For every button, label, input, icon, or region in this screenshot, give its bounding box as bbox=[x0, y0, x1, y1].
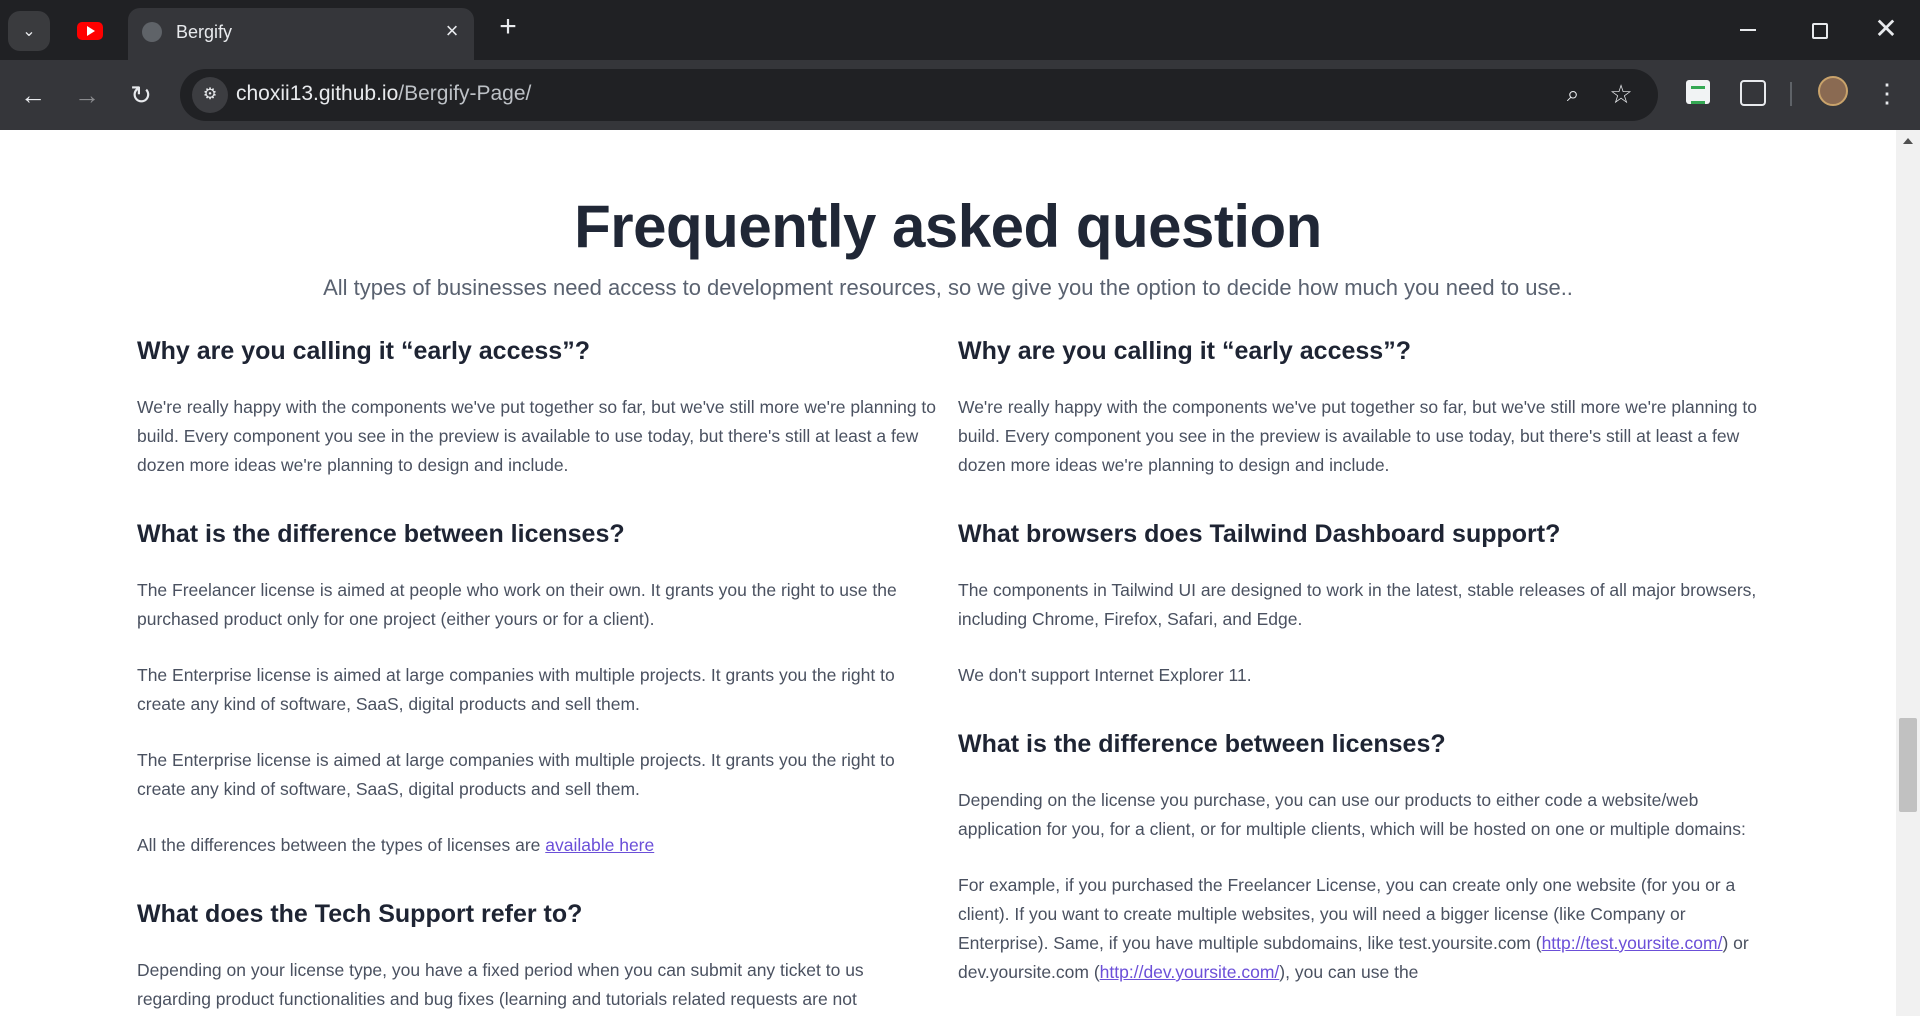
close-icon[interactable]: × bbox=[440, 20, 464, 44]
window-close-button[interactable]: ✕ bbox=[1868, 14, 1904, 44]
url-path: /Bergify-Page/ bbox=[398, 82, 532, 105]
faq-column-right: Why are you calling it “early access”? W… bbox=[958, 335, 1758, 1014]
tab-bergify[interactable]: Bergify × bbox=[128, 8, 474, 60]
scroll-thumb[interactable] bbox=[1899, 718, 1917, 812]
faq-question: Why are you calling it “early access”? bbox=[137, 337, 590, 365]
faq-answer: The Enterprise license is aimed at large… bbox=[137, 750, 895, 799]
zoom-icon[interactable]: ⌕ bbox=[1558, 79, 1588, 109]
faq-question: What is the difference between licenses? bbox=[958, 730, 1446, 758]
puzzle-icon[interactable] bbox=[1740, 80, 1766, 106]
page-viewport: Frequently asked question All types of b… bbox=[0, 130, 1896, 1016]
forward-button[interactable]: → bbox=[70, 78, 104, 112]
address-bar[interactable]: ⚙ choxii13.github.io/Bergify-Page/ ⌕ ☆ bbox=[180, 69, 1658, 121]
faq-subtitle: All types of businesses need access to d… bbox=[323, 275, 1573, 300]
tune-icon[interactable]: ⚙ bbox=[192, 77, 228, 113]
avatar[interactable] bbox=[1818, 76, 1848, 106]
faq-question: What does the Tech Support refer to? bbox=[137, 900, 583, 928]
url-host: choxii13.github.io bbox=[236, 82, 399, 105]
link-prefix: All the differences between the types of… bbox=[137, 835, 546, 855]
kebab-icon[interactable]: ⋮ bbox=[1874, 76, 1900, 110]
faq-answer-with-link: All the differences between the types of… bbox=[137, 831, 937, 860]
faq-question: Why are you calling it “early access”? bbox=[958, 337, 1411, 365]
faq-answer: We're really happy with the components w… bbox=[137, 397, 937, 475]
faq-question: What is the difference between licenses? bbox=[137, 520, 625, 548]
page-scrollbar[interactable] bbox=[1896, 130, 1920, 1016]
minimize-button[interactable] bbox=[1730, 14, 1766, 44]
reload-button[interactable]: ↻ bbox=[124, 78, 158, 112]
available-here-link[interactable]: available here bbox=[545, 835, 654, 855]
url-text[interactable]: choxii13.github.io/Bergify-Page/ bbox=[236, 82, 531, 106]
faq-answer: The Freelancer license is aimed at peopl… bbox=[137, 580, 897, 629]
globe-icon bbox=[142, 22, 162, 42]
faq-answer-example: For example, if you purchased the Freela… bbox=[958, 871, 1758, 987]
dev-site-link[interactable]: http://dev.yoursite.com/ bbox=[1100, 962, 1280, 982]
faq-answer: Depending on the license you purchase, y… bbox=[958, 790, 1746, 839]
faq-answer: We don't support Internet Explorer 11. bbox=[958, 665, 1252, 685]
browser-toolbar: ← → ↻ ⚙ choxii13.github.io/Bergify-Page/… bbox=[0, 60, 1920, 130]
faq-answer: The components in Tailwind UI are design… bbox=[958, 580, 1757, 629]
star-icon[interactable]: ☆ bbox=[1606, 79, 1636, 109]
chevron-down-icon[interactable]: ⌄ bbox=[8, 11, 50, 51]
faq-answer: We're really happy with the components w… bbox=[958, 397, 1758, 475]
faq-column-left: Why are you calling it “early access”? W… bbox=[137, 335, 937, 1016]
faq-answer: The Enterprise license is aimed at large… bbox=[137, 665, 895, 714]
faq-question: What browsers does Tailwind Dashboard su… bbox=[958, 520, 1561, 548]
restore-button[interactable] bbox=[1800, 14, 1836, 44]
faq-title: Frequently asked question bbox=[574, 193, 1322, 260]
scroll-up-icon[interactable] bbox=[1903, 138, 1913, 144]
youtube-icon bbox=[77, 22, 103, 40]
new-tab-button[interactable]: + bbox=[494, 12, 522, 42]
tab-title: Bergify bbox=[176, 22, 233, 42]
toolbar-divider bbox=[1790, 82, 1792, 106]
tab-strip: ⌄ Bergify × + ✕ bbox=[0, 0, 1920, 60]
sheets-icon[interactable] bbox=[1686, 80, 1710, 104]
example-tail: ), you can use the bbox=[1279, 962, 1419, 982]
youtube-tab[interactable] bbox=[70, 18, 110, 44]
back-button[interactable]: ← bbox=[16, 78, 50, 112]
test-site-link[interactable]: http://test.yoursite.com/ bbox=[1542, 933, 1723, 953]
faq-answer: Depending on your license type, you have… bbox=[137, 960, 864, 1009]
